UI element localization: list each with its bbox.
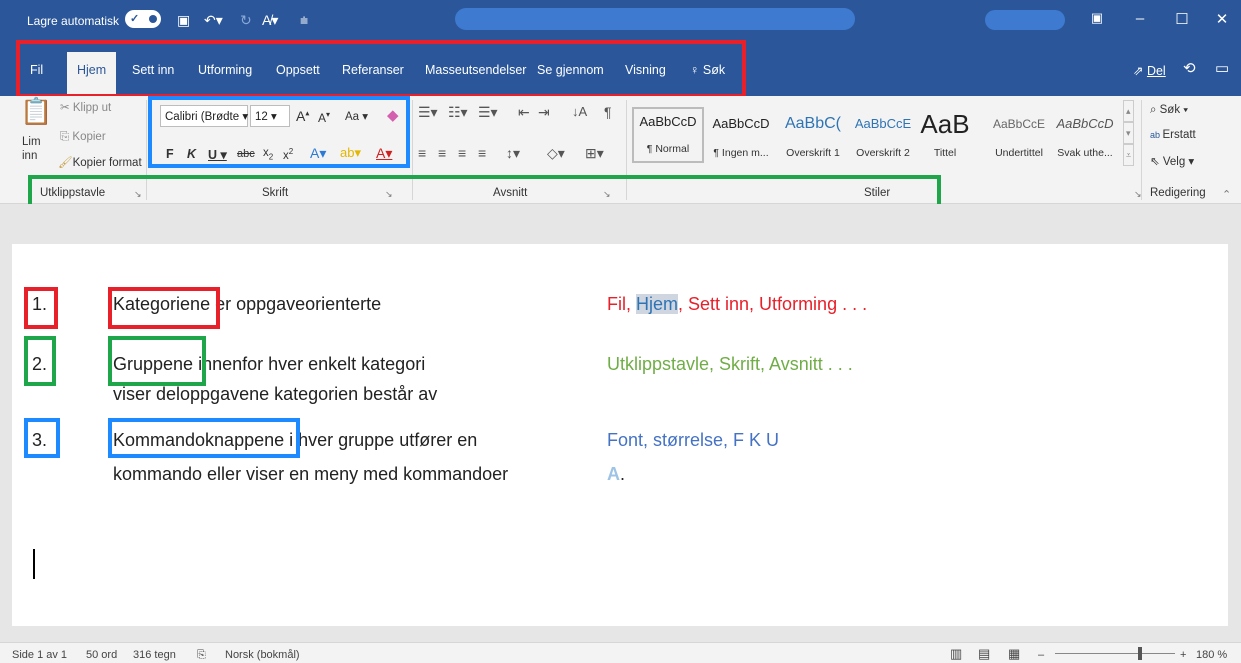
zoom-in-icon[interactable]: + xyxy=(1180,649,1186,661)
share-button[interactable]: ⇗ Del xyxy=(1133,63,1166,78)
shading-icon[interactable]: ◇▾ xyxy=(547,145,565,162)
bullets-icon[interactable]: ☰▾ xyxy=(418,104,438,121)
copy-button[interactable]: ⎘ Kopier xyxy=(60,131,106,144)
note-2: Utklippstavle, Skrift, Avsnitt . . . xyxy=(607,354,853,374)
find-button[interactable]: ⌕ Søk ▾ xyxy=(1150,104,1188,117)
paste-label[interactable]: Lim xyxy=(22,136,41,148)
numbering-icon[interactable]: ☷▾ xyxy=(448,104,468,121)
divider xyxy=(1141,100,1142,200)
annotation-green-box-num-2 xyxy=(24,336,56,386)
cut-button[interactable]: ✂ Klipp ut xyxy=(60,100,111,114)
multilevel-list-icon[interactable]: ☰▾ xyxy=(478,104,498,121)
scissors-icon: ✂ xyxy=(60,102,73,114)
gallery-more-icon[interactable]: ⩡ xyxy=(1123,144,1135,166)
increase-indent-icon[interactable]: ⇥ xyxy=(538,104,550,121)
zoom-slider[interactable] xyxy=(1055,653,1175,654)
language-status[interactable]: Norsk (bokmål) xyxy=(225,649,300,661)
list-item-2-line2: viser deloppgavene kategorien består av xyxy=(113,384,438,404)
undo-icon[interactable]: ↶▾ xyxy=(204,12,223,29)
zoom-slider-thumb[interactable] xyxy=(1138,647,1142,660)
word-count[interactable]: 50 ord xyxy=(86,649,117,661)
minimize-icon[interactable]: – xyxy=(1130,10,1150,27)
history-icon[interactable]: ⟲ xyxy=(1183,59,1196,77)
style-normal[interactable]: AaBbCcD ¶ Normal xyxy=(632,107,704,163)
autosave-label: Lagre automatisk xyxy=(27,14,120,28)
annotation-red-box-key-1 xyxy=(108,287,220,329)
note-3: Font, størrelse, F K U xyxy=(607,430,780,450)
annotation-blue-box-key-3 xyxy=(108,418,300,458)
style-heading-2[interactable]: AaBbCcE Overskrift 2 xyxy=(848,111,918,159)
collapse-ribbon-icon[interactable]: ⌃ xyxy=(1222,188,1231,201)
pointer-icon: ⇖ xyxy=(1150,156,1163,168)
customize-quick-access-icon[interactable]: ⩧ xyxy=(300,12,308,29)
style-title[interactable]: AaB Tittel xyxy=(910,111,980,159)
style-subtitle[interactable]: AaBbCcE Undertittel xyxy=(984,111,1054,159)
decrease-indent-icon[interactable]: ⇤ xyxy=(518,104,530,121)
web-layout-icon[interactable]: ▦ xyxy=(1008,646,1020,662)
annotation-red-box-num-1 xyxy=(24,287,58,329)
annotation-red-box-tabs xyxy=(16,40,746,98)
page-count[interactable]: Side 1 av 1 xyxy=(12,649,67,661)
copy-icon: ⎘ xyxy=(60,131,73,143)
spellcheck-icon[interactable]: A̸▾ xyxy=(262,12,278,29)
text-cursor xyxy=(33,549,35,579)
align-right-icon[interactable]: ≡ xyxy=(458,145,466,161)
print-layout-icon[interactable]: ▤ xyxy=(978,646,990,662)
autosave-toggle[interactable]: ✓ xyxy=(125,10,161,28)
list-item-3-line2: kommando eller viser en meny med kommand… xyxy=(113,464,509,484)
pilcrow-icon[interactable]: ¶ xyxy=(604,104,612,120)
line-spacing-icon[interactable]: ↕▾ xyxy=(506,145,520,162)
format-painter-button[interactable]: 🖌Kopier format xyxy=(58,155,142,169)
brush-icon: 🖌 xyxy=(58,157,73,169)
maximize-icon[interactable]: ☐ xyxy=(1172,10,1192,28)
replace-button[interactable]: ab Erstatt xyxy=(1150,129,1196,141)
select-button[interactable]: ⇖ Velg ▾ xyxy=(1150,154,1194,168)
status-bar: Side 1 av 1 50 ord 316 tegn ⎘ Norsk (bok… xyxy=(0,642,1241,663)
proofing-icon[interactable]: ⎘ xyxy=(197,649,206,662)
gallery-scroll-down-icon[interactable]: ▾ xyxy=(1123,122,1134,144)
paste-label-2[interactable]: inn xyxy=(22,150,37,162)
share-icon: ⇗ xyxy=(1133,64,1147,78)
style-subtle-emphasis[interactable]: AaBbCcD Svak uthe... xyxy=(1050,111,1120,159)
zoom-level[interactable]: 180 % xyxy=(1196,649,1227,661)
note-3-line2: A. xyxy=(607,464,626,484)
annotation-green-box-key-2 xyxy=(108,336,206,386)
align-center-icon[interactable]: ≡ xyxy=(438,145,446,161)
borders-icon[interactable]: ⊞▾ xyxy=(585,145,604,162)
text-effects-sample-icon: A xyxy=(607,464,620,484)
align-left-icon[interactable]: ≡ xyxy=(418,145,426,161)
document-title-redacted xyxy=(455,8,855,30)
zoom-out-icon[interactable]: – xyxy=(1038,649,1044,661)
style-heading-1[interactable]: AaBbC( Overskrift 1 xyxy=(778,111,848,159)
document-area xyxy=(0,204,1241,626)
paste-icon[interactable]: 📋 xyxy=(20,96,52,127)
char-count[interactable]: 316 tegn xyxy=(133,649,176,661)
styles-launcher-icon[interactable]: ↘ xyxy=(1134,189,1142,200)
ribbon-display-options-icon[interactable]: ▣ xyxy=(1087,10,1107,26)
save-icon[interactable]: ▣ xyxy=(177,12,190,29)
comments-icon[interactable]: ▭ xyxy=(1215,59,1229,77)
search-icon: ⌕ xyxy=(1150,104,1160,116)
annotation-blue-box-commands xyxy=(148,96,410,168)
replace-icon: ab xyxy=(1150,130,1163,140)
style-no-spacing[interactable]: AaBbCcD ¶ Ingen m... xyxy=(706,111,776,159)
sort-icon[interactable]: ↓A xyxy=(572,104,587,119)
gallery-scroll-up-icon[interactable]: ▴ xyxy=(1123,100,1134,122)
annotation-blue-box-num-3 xyxy=(24,418,60,458)
note-1: Fil, Hjem, Sett inn, Utforming . . . xyxy=(607,294,868,314)
read-mode-icon[interactable]: ▥ xyxy=(950,646,962,662)
close-icon[interactable]: ✕ xyxy=(1212,10,1232,28)
title-bar: Lagre automatisk ✓ ▣ ↶▾ ↻ A̸▾ ⩧ ▣ – ☐ ✕ xyxy=(0,0,1241,44)
redo-icon[interactable]: ↻ xyxy=(240,12,252,29)
justify-icon[interactable]: ≡ xyxy=(478,145,486,161)
account-name-redacted xyxy=(985,10,1065,30)
group-label-editing: Redigering xyxy=(1150,187,1206,199)
